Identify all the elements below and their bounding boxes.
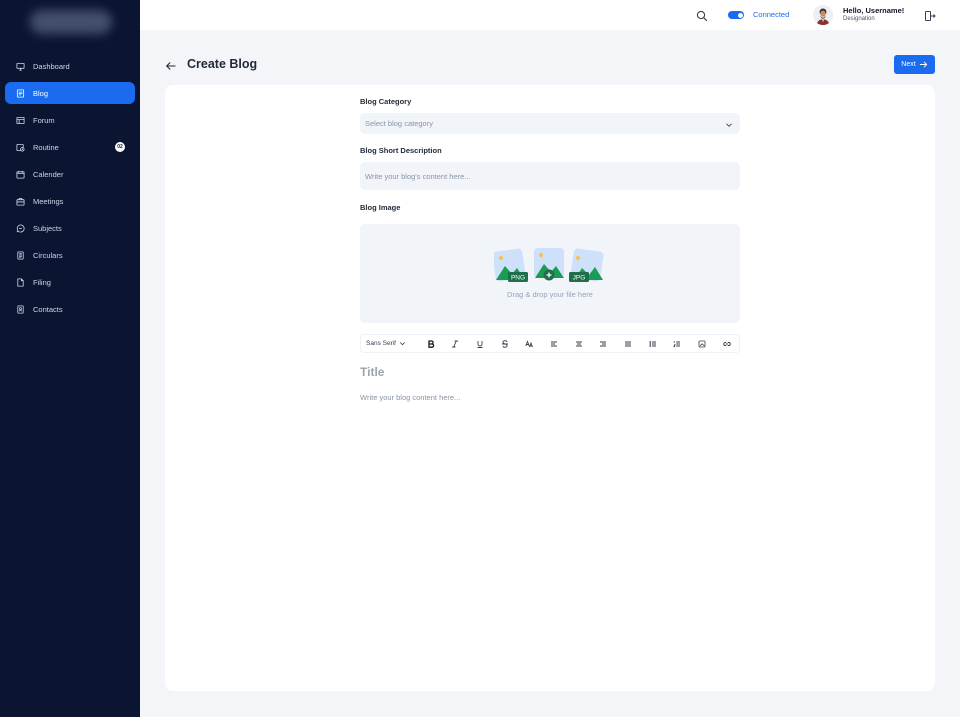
sidebar-item-subjects[interactable]: Subjects (5, 217, 135, 239)
underline-icon (477, 340, 483, 348)
bold-icon (427, 339, 434, 348)
file-icon (16, 277, 25, 287)
sidebar-item-meetings[interactable]: Meetings (5, 190, 135, 212)
connection-status: Connected (753, 10, 790, 19)
align-left-button[interactable] (542, 335, 567, 352)
bold-button[interactable] (418, 335, 443, 352)
bullet-list-icon (649, 340, 656, 347)
sidebar-item-label: Calender (33, 169, 64, 179)
image-icon (698, 340, 706, 347)
editor-title-input[interactable]: Title (360, 365, 384, 379)
link-button[interactable] (714, 335, 739, 352)
sidebar-item-routine[interactable]: Routine 02 (5, 136, 135, 158)
blog-category-placeholder: Select blog category (365, 119, 433, 128)
sidebar: Dashboard Blog Forum Routine 02 Calender… (0, 0, 140, 717)
align-right-icon (600, 341, 607, 346)
circulars-icon (16, 250, 25, 260)
font-family-select[interactable]: Sans Serif (361, 340, 418, 347)
sidebar-item-label: Routine (33, 142, 59, 152)
editor-toolbar: Sans Serif (360, 334, 740, 353)
sidebar-item-contacts[interactable]: Contacts (5, 298, 135, 320)
file-upload-illustration-icon: PNG JPG (494, 248, 604, 282)
next-button-label: Next (901, 61, 916, 68)
sidebar-item-blog[interactable]: Blog (5, 82, 135, 104)
routine-icon (16, 143, 25, 152)
strikethrough-icon (501, 339, 508, 348)
forum-icon (16, 116, 25, 125)
sidebar-item-label: Forum (33, 115, 55, 125)
strikethrough-button[interactable] (492, 335, 517, 352)
sidebar-item-label: Blog (33, 88, 49, 98)
numbered-list-button[interactable] (665, 335, 690, 352)
italic-icon (452, 340, 459, 347)
sidebar-item-label: Subjects (33, 223, 62, 233)
image-dropzone[interactable]: PNG JPG Drag & drop your file here (360, 224, 740, 323)
sidebar-item-forum[interactable]: Forum (5, 109, 135, 131)
align-center-icon (575, 341, 582, 346)
align-right-button[interactable] (591, 335, 616, 352)
chevron-down-icon (726, 123, 732, 127)
numbered-list-icon (673, 340, 681, 347)
sidebar-item-label: Circulars (33, 250, 63, 260)
sidebar-item-dashboard[interactable]: Dashboard (5, 55, 135, 77)
sidebar-item-filing[interactable]: Filing (5, 271, 135, 293)
align-justify-icon (625, 341, 631, 346)
align-justify-button[interactable] (616, 335, 641, 352)
text-size-icon (525, 339, 534, 347)
editor-body-input[interactable]: Write your blog content here... (360, 393, 460, 402)
contacts-icon (16, 304, 25, 314)
monitor-icon (16, 62, 25, 71)
search-icon[interactable] (696, 9, 708, 22)
sidebar-item-label: Dashboard (33, 61, 70, 71)
blog-image-label: Blog Image (360, 203, 401, 212)
user-designation: Designation (843, 16, 875, 22)
png-tag: PNG (511, 275, 525, 282)
font-family-value: Sans Serif (366, 340, 396, 347)
logout-icon[interactable] (924, 9, 936, 21)
meetings-icon (16, 197, 25, 206)
bullet-list-button[interactable] (640, 335, 665, 352)
blog-description-input[interactable]: Write your blog's content here... (360, 162, 740, 190)
underline-button[interactable] (468, 335, 493, 352)
sidebar-item-label: Meetings (33, 196, 64, 206)
insert-image-button[interactable] (690, 335, 715, 352)
blog-icon (16, 88, 25, 98)
avatar[interactable] (813, 5, 833, 25)
subjects-icon (16, 223, 25, 233)
dropzone-text: Drag & drop your file here (507, 290, 593, 299)
jpg-tag: JPG (573, 275, 586, 282)
arrow-right-icon (919, 61, 927, 68)
sidebar-item-label: Contacts (33, 304, 63, 314)
blog-description-label: Blog Short Description (360, 146, 442, 155)
align-center-button[interactable] (566, 335, 591, 352)
align-left-icon (550, 341, 557, 346)
user-greeting: Hello, Username! (843, 6, 905, 15)
calendar-icon (16, 170, 25, 179)
sidebar-item-calender[interactable]: Calender (5, 163, 135, 185)
link-icon (723, 341, 731, 346)
chevron-down-icon (400, 342, 405, 346)
italic-button[interactable] (443, 335, 468, 352)
top-bar: Connected Hello, Username! Designation (140, 0, 960, 30)
routine-count-badge: 02 (115, 142, 125, 152)
next-button[interactable]: Next (894, 55, 935, 74)
sidebar-item-label: Filing (33, 277, 51, 287)
blog-category-select[interactable]: Select blog category (360, 113, 740, 134)
page-title: Create Blog (187, 57, 258, 71)
text-size-button[interactable] (517, 335, 542, 352)
back-arrow-icon[interactable] (165, 59, 177, 71)
blog-description-placeholder: Write your blog's content here... (365, 171, 471, 181)
connection-toggle[interactable] (728, 11, 744, 19)
blog-category-label: Blog Category (360, 97, 412, 106)
brand-logo (30, 10, 112, 34)
sidebar-item-circulars[interactable]: Circulars (5, 244, 135, 266)
